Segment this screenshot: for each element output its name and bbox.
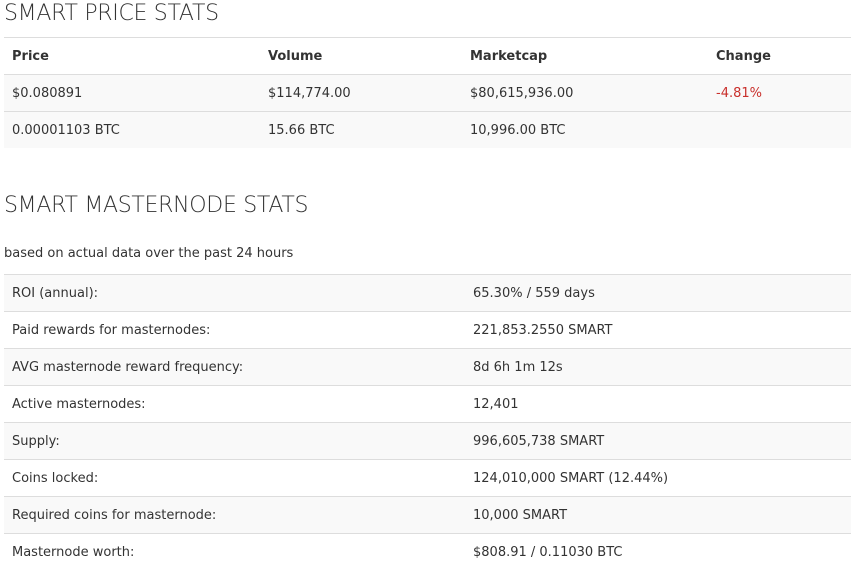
marketcap-btc: 10,996.00 BTC (470, 122, 566, 138)
table-row: Active masternodes: 12,401 (4, 385, 851, 423)
masternode-stats-subtitle: based on actual data over the past 24 ho… (4, 246, 294, 261)
table-row: Masternode worth: $808.91 / 0.11030 BTC (4, 533, 851, 571)
price-stats-title: SMART PRICE STATS (4, 1, 219, 26)
row-label: Coins locked: (12, 470, 99, 486)
row-label: AVG masternode reward frequency: (12, 359, 244, 375)
header-volume: Volume (268, 48, 323, 64)
row-label: ROI (annual): (12, 285, 99, 301)
price-btc: 0.00001103 BTC (12, 122, 120, 138)
row-value: 8d 6h 1m 12s (473, 359, 563, 375)
header-price: Price (12, 48, 49, 64)
row-value: 996,605,738 SMART (473, 433, 605, 449)
table-row: ROI (annual): 65.30% / 559 days (4, 274, 851, 312)
price-row-btc: 0.00001103 BTC 15.66 BTC 10,996.00 BTC (4, 111, 851, 149)
change-btc (708, 112, 851, 149)
row-value: 65.30% / 559 days (473, 285, 595, 301)
marketcap-usd: $80,615,936.00 (470, 85, 574, 101)
row-label: Masternode worth: (12, 544, 135, 560)
price-usd: $0.080891 (12, 85, 83, 101)
price-table-header: Price Volume Marketcap Change (4, 37, 851, 75)
row-label: Paid rewards for masternodes: (12, 322, 211, 338)
table-row: Required coins for masternode: 10,000 SM… (4, 496, 851, 534)
table-row: Supply: 996,605,738 SMART (4, 422, 851, 460)
masternode-stats-title: SMART MASTERNODE STATS (4, 193, 309, 218)
header-change: Change (716, 48, 771, 64)
table-row: Coins locked: 124,010,000 SMART (12.44%) (4, 459, 851, 497)
price-stats-table: Price Volume Marketcap Change $0.080891 … (4, 37, 851, 148)
row-value: 221,853.2550 SMART (473, 322, 613, 338)
row-label: Active masternodes: (12, 396, 146, 412)
masternode-stats-table: ROI (annual): 65.30% / 559 days Paid rew… (4, 274, 851, 570)
price-row-usd: $0.080891 $114,774.00 $80,615,936.00 -4.… (4, 74, 851, 112)
row-value: $808.91 / 0.11030 BTC (473, 544, 623, 560)
volume-usd: $114,774.00 (268, 85, 351, 101)
header-marketcap: Marketcap (470, 48, 548, 64)
table-row: AVG masternode reward frequency: 8d 6h 1… (4, 348, 851, 386)
row-label: Supply: (12, 433, 60, 449)
change-percent: -4.81% (716, 85, 762, 101)
row-value: 12,401 (473, 396, 519, 412)
volume-btc: 15.66 BTC (268, 122, 335, 138)
table-row: Paid rewards for masternodes: 221,853.25… (4, 311, 851, 349)
row-value: 124,010,000 SMART (12.44%) (473, 470, 669, 486)
row-value: 10,000 SMART (473, 507, 568, 523)
row-label: Required coins for masternode: (12, 507, 217, 523)
